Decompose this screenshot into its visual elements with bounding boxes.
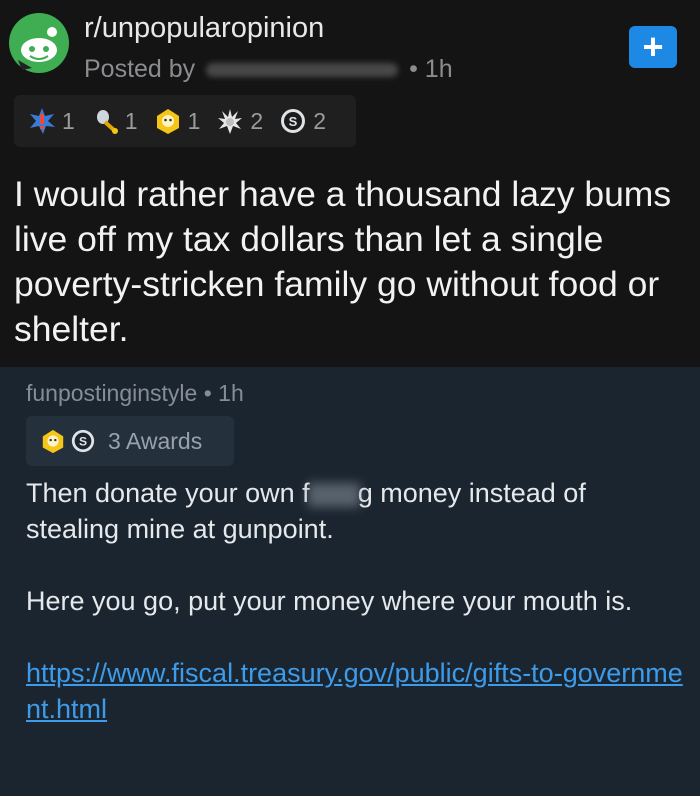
comment-author-meta[interactable]: funpostinginstyle • 1h [26,380,244,407]
award-item: 1 [154,107,200,135]
comment-awards[interactable]: S 3 Awards [26,416,234,466]
svg-text:S: S [79,435,87,449]
post-age: • 1h [409,55,453,83]
censored-word [307,482,360,507]
svg-text:S: S [289,114,298,129]
comment-card: funpostinginstyle • 1h S 3 Awards Then d… [0,367,700,796]
award-item: 1 [91,107,138,135]
silver-award-icon: S [71,429,95,453]
award-item: 2 [216,107,263,135]
comment-body: Then donate your own fg money instead of… [26,475,686,727]
wholesome-seal-award-icon [96,110,118,134]
post-meta: Posted by • 1h [84,55,453,84]
helpful-award-icon [42,429,64,454]
award-item: 1 [28,107,75,135]
post-card: r/unpopularopinion Posted by • 1h + 1 1 [0,0,700,367]
awards-count-label: 3 Awards [108,427,203,454]
bang-award-icon [30,108,55,134]
comment-paragraph: Then donate your own fg money instead of… [26,478,586,544]
award-item: S 2 [279,107,326,135]
take-my-energy-award-icon [218,109,243,134]
subreddit-avatar-icon[interactable] [8,12,70,74]
subreddit-name[interactable]: r/unpopularopinion [84,12,324,45]
username-redacted[interactable] [206,63,399,78]
post-title[interactable]: I would rather have a thousand lazy bums… [14,172,694,352]
post-awards[interactable]: 1 1 1 2 S 2 [14,95,356,147]
silver-award-icon: S [281,109,306,133]
join-button[interactable]: + [629,26,677,68]
comment-link[interactable]: https://www.fiscal.treasury.gov/public/g… [26,658,683,724]
helpful-award-icon [156,109,179,134]
comment-paragraph: Here you go, put your money where your m… [26,586,633,616]
posted-by-label: Posted by [84,55,196,83]
